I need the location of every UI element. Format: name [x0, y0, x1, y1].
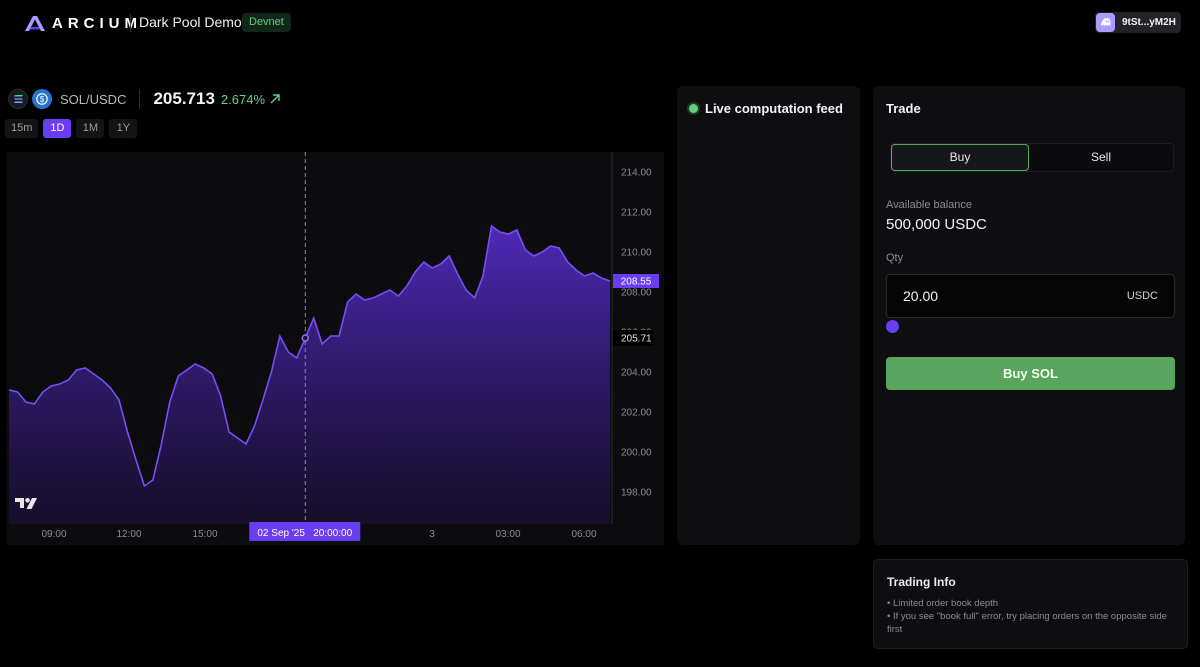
- qty-slider-handle[interactable]: [886, 320, 899, 333]
- tab-15m[interactable]: 15m: [5, 119, 39, 138]
- y-tick-label: 212.00: [621, 208, 652, 219]
- current-price: 205.713: [153, 89, 215, 108]
- crosshair-price-label: 205.71: [621, 334, 652, 345]
- x-tick-label: 12:00: [116, 529, 141, 540]
- price-chart[interactable]: 214.00212.00210.00208.00206.00204.00202.…: [6, 152, 664, 545]
- sell-tab[interactable]: Sell: [1029, 144, 1173, 171]
- price-area: [9, 226, 610, 524]
- arcium-logo[interactable]: ARCIUM: [24, 14, 142, 32]
- x-tick-label: 09:00: [41, 529, 66, 540]
- wallet-button[interactable]: 9tSt...yM2H: [1095, 12, 1181, 33]
- side-toggle: Buy Sell: [890, 143, 1174, 172]
- feed-title: Live computation feed: [705, 101, 843, 116]
- trading-info-title: Trading Info: [887, 575, 956, 589]
- logo-text: ARCIUM: [52, 14, 142, 32]
- x-tick-label: 06:00: [571, 529, 596, 540]
- balance-label: Available balance: [886, 199, 973, 211]
- tab-1y[interactable]: 1Y: [109, 119, 138, 138]
- qty-label: Qty: [886, 252, 904, 264]
- pair-name: SOL/USDC: [60, 91, 127, 107]
- price-chart-svg: 214.00212.00210.00208.00206.00204.00202.…: [8, 152, 659, 541]
- wallet-avatar-icon: [1096, 13, 1115, 32]
- balance-value: 500,000 USDC: [886, 216, 987, 233]
- x-tick-label: 15:00: [192, 529, 217, 540]
- x-tick-label: 03:00: [495, 529, 520, 540]
- y-tick-label: 200.00: [621, 448, 652, 459]
- pair-divider: [139, 89, 141, 109]
- trading-info-list: • Limited order book depth • If you see …: [887, 597, 1177, 636]
- y-tick-label: 198.00: [621, 488, 652, 499]
- timeframe-selector: 15m 1D 1M 1Y: [5, 119, 138, 138]
- usdc-token-icon: $: [32, 89, 52, 109]
- x-tick-label: 3: [429, 529, 435, 540]
- qty-unit: USDC: [1126, 290, 1158, 302]
- header-divider: [130, 14, 131, 32]
- live-status-indicator: [689, 104, 698, 113]
- top-bar: ARCIUM Dark Pool Demo Devnet 9tSt...yM2H: [0, 0, 1200, 46]
- y-tick-label: 210.00: [621, 248, 652, 259]
- buy-sol-button[interactable]: Buy SOL: [886, 357, 1175, 390]
- pair-header: $ SOL/USDC 205.713 2.674%: [8, 88, 281, 110]
- y-tick-label: 208.00: [621, 288, 652, 299]
- computation-feed-panel: Live computation feed: [677, 86, 860, 545]
- info-item: • If you see "book full" error, try plac…: [887, 611, 1167, 635]
- wallet-address: 9tSt...yM2H: [1122, 17, 1176, 28]
- tab-1m[interactable]: 1M: [76, 119, 105, 138]
- trade-panel: Trade Buy Sell Available balance 500,000…: [873, 86, 1185, 545]
- price-change: 2.674%: [220, 91, 266, 107]
- arcium-logo-icon: [25, 16, 45, 31]
- app-title: Dark Pool Demo: [139, 14, 242, 30]
- network-badge: Devnet: [242, 13, 291, 32]
- svg-text:$: $: [40, 95, 45, 104]
- crosshair-time-label: 02 Sep '25 20:00:00: [257, 528, 352, 539]
- trade-title: Trade: [886, 101, 921, 116]
- info-item: • Limited order book depth: [887, 598, 999, 609]
- crosshair-point: [301, 334, 310, 342]
- y-tick-label: 202.00: [621, 408, 652, 419]
- buy-tab[interactable]: Buy: [891, 144, 1029, 171]
- arrow-up-right-icon: [270, 94, 280, 104]
- qty-value: 20.00: [903, 288, 939, 304]
- last-price-label: 208.55: [621, 277, 652, 288]
- tab-1d[interactable]: 1D: [43, 119, 72, 138]
- y-tick-label: 214.00: [621, 168, 652, 179]
- qty-input[interactable]: 20.00 USDC: [886, 274, 1175, 318]
- trading-info-panel: Trading Info • Limited order book depth …: [873, 559, 1188, 649]
- sol-token-icon: [8, 89, 28, 109]
- y-tick-label: 204.00: [621, 368, 652, 379]
